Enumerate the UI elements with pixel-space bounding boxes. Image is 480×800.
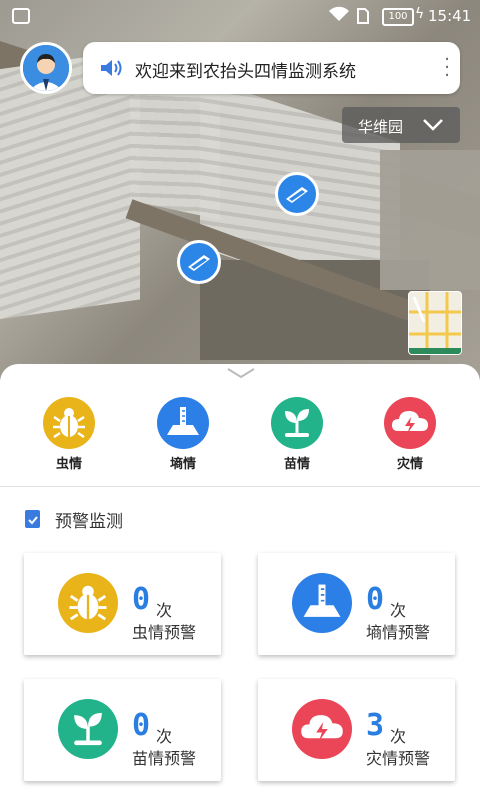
avatar[interactable] [20, 42, 72, 94]
soil-gauge-icon [292, 573, 352, 633]
warning-count: 0 [132, 708, 151, 743]
more-options-icon[interactable]: · · · [444, 51, 450, 85]
location-label: 华维园 [358, 118, 404, 136]
sprout-icon [58, 699, 118, 759]
category-label: 虫情 [55, 457, 82, 472]
street-map-icon [409, 292, 461, 354]
category-label: 灾情 [396, 457, 423, 472]
document-icon [25, 510, 40, 528]
warning-card-pest[interactable]: 0 次 虫情预警 [24, 553, 221, 655]
warning-count: 0 [132, 582, 151, 617]
bug-icon [43, 397, 95, 449]
wifi-icon [329, 6, 349, 21]
device-icon [286, 187, 308, 203]
cloud-notification-icon [12, 8, 30, 24]
sprout-icon [271, 397, 323, 449]
map-marker-device-2[interactable] [177, 240, 221, 284]
sim-icon [357, 8, 369, 24]
warning-card-disaster[interactable]: 3 次 灾情预警 [258, 679, 455, 781]
battery-indicator: 100 [382, 8, 414, 26]
bottom-panel: 虫情 墒情 苗情 灾情 预警监测 0 次 虫情预警 0 次 墒情预警 0 次 苗… [0, 364, 480, 800]
banner-text: 欢迎来到农抬头四情监测系统 [135, 62, 356, 82]
category-soil[interactable]: 墒情 [153, 397, 213, 472]
category-pest[interactable]: 虫情 [39, 397, 99, 472]
cloud-lightning-icon [292, 699, 352, 759]
warning-name: 苗情预警 [132, 749, 197, 768]
map-layer-thumbnail[interactable] [408, 291, 462, 355]
warning-unit: 次 [156, 727, 173, 746]
clock: 15:41 [428, 7, 472, 25]
category-seedling[interactable]: 苗情 [267, 397, 327, 472]
charging-icon: ϟ [415, 6, 425, 22]
warning-count: 0 [366, 582, 385, 617]
category-disaster[interactable]: 灾情 [380, 397, 440, 472]
speaker-icon [101, 60, 122, 76]
map-marker-device-1[interactable] [275, 172, 319, 216]
status-bar: 100 ϟ 15:41 [0, 0, 480, 34]
section-title: 预警监测 [55, 512, 123, 532]
warning-name: 虫情预警 [132, 623, 197, 642]
warning-card-seedling[interactable]: 0 次 苗情预警 [24, 679, 221, 781]
soil-gauge-icon [157, 397, 209, 449]
category-label: 墒情 [169, 457, 196, 472]
warning-name: 灾情预警 [366, 749, 431, 768]
warning-unit: 次 [156, 601, 173, 620]
warning-name: 墒情预警 [366, 623, 431, 642]
warning-unit: 次 [390, 727, 407, 746]
warning-card-soil[interactable]: 0 次 墒情预警 [258, 553, 455, 655]
welcome-banner[interactable]: 欢迎来到农抬头四情监测系统 · · · [83, 42, 460, 94]
user-avatar-icon [23, 45, 69, 91]
cloud-lightning-icon [384, 397, 436, 449]
category-label: 苗情 [283, 457, 310, 472]
bug-icon [58, 573, 118, 633]
collapse-handle-icon[interactable] [226, 366, 256, 380]
location-selector[interactable]: 华维园 [342, 107, 460, 143]
device-icon [188, 255, 210, 271]
warning-count: 3 [366, 708, 385, 743]
warning-unit: 次 [390, 601, 407, 620]
chevron-down-icon [423, 119, 443, 131]
divider [0, 486, 480, 487]
